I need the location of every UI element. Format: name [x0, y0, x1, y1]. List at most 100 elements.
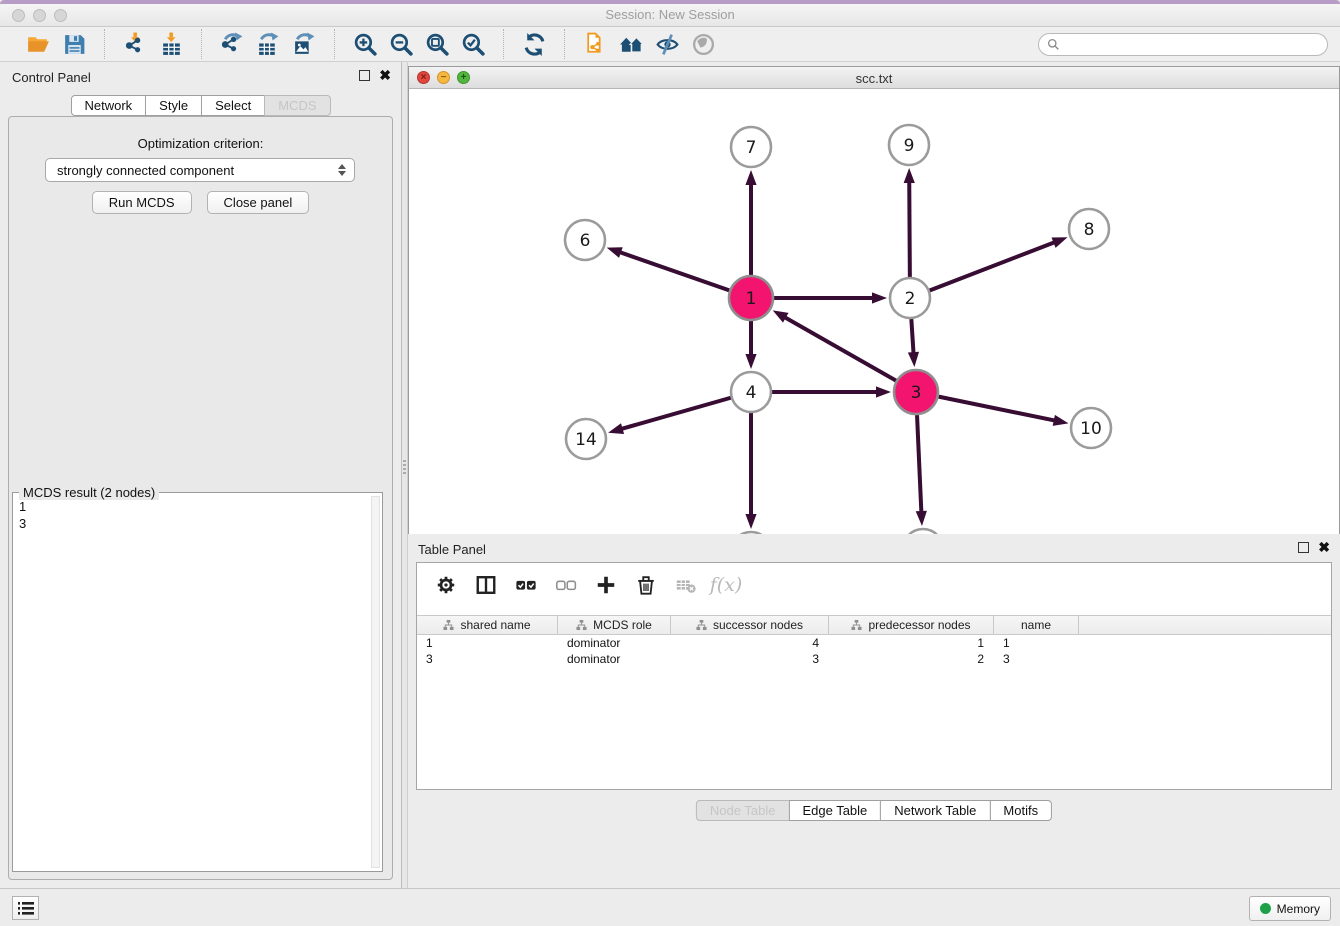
tab-select[interactable]: Select	[201, 95, 265, 116]
tab-network-table[interactable]: Network Table	[880, 800, 990, 821]
gear-button[interactable]	[429, 568, 463, 602]
zoom-selected-button[interactable]	[455, 29, 491, 59]
control-panel: Control Panel ✖ NetworkStyleSelectMCDS O…	[0, 62, 401, 888]
gear-icon	[435, 574, 457, 596]
memory-button[interactable]: Memory	[1249, 896, 1331, 921]
refresh-icon	[522, 32, 547, 57]
cell-name[interactable]: 1	[994, 635, 1079, 651]
status-menu-button[interactable]	[12, 896, 39, 920]
edge-3-to-11[interactable]	[917, 415, 922, 516]
open-icon	[26, 32, 51, 57]
tab-network[interactable]: Network	[70, 95, 146, 116]
edge-4-to-14[interactable]	[618, 398, 731, 430]
delete-table-button[interactable]	[669, 568, 703, 602]
select-all-button[interactable]	[509, 568, 543, 602]
node-label-14: 14	[575, 430, 597, 450]
search-input[interactable]	[1065, 37, 1319, 51]
edge-3-to-10[interactable]	[939, 397, 1059, 422]
main-toolbar	[0, 27, 1340, 62]
network-window-titlebar[interactable]: × − + scc.txt	[409, 67, 1339, 89]
tab-edge-table[interactable]: Edge Table	[788, 800, 881, 821]
edge-2-to-3[interactable]	[911, 319, 913, 357]
save-button[interactable]	[56, 29, 92, 59]
node-table: shared nameMCDS rolesuccessor nodesprede…	[417, 615, 1331, 667]
column-header-name[interactable]: name	[994, 616, 1079, 634]
cell-mcds-role[interactable]: dominator	[558, 651, 671, 667]
memory-label: Memory	[1277, 902, 1320, 916]
refresh-button[interactable]	[516, 29, 552, 59]
deselect-all-button[interactable]	[549, 568, 583, 602]
edge-3-to-1[interactable]	[781, 315, 896, 380]
function-button[interactable]: f(x)	[709, 568, 743, 602]
import-network-button[interactable]	[117, 29, 153, 59]
import-table-button[interactable]	[153, 29, 189, 59]
edge-arrowhead-icon	[773, 310, 789, 322]
attribute-type-icon	[696, 619, 707, 631]
cell-predecessor-nodes[interactable]: 1	[829, 635, 994, 651]
titlebar: Session: New Session	[0, 0, 1340, 27]
control-panel-close-button[interactable]: ✖	[379, 70, 391, 81]
table-row[interactable]: 1dominator411	[417, 635, 1331, 651]
toolbar-group	[564, 29, 733, 59]
column-header-predecessor-nodes[interactable]: predecessor nodes	[829, 616, 994, 634]
cell-shared-name[interactable]: 1	[417, 635, 558, 651]
control-panel-float-button[interactable]	[359, 70, 370, 81]
column-header-shared-name[interactable]: shared name	[417, 616, 558, 634]
toolbar-group	[334, 29, 503, 59]
close-panel-button[interactable]: Close panel	[207, 191, 310, 214]
clone-network-button[interactable]	[577, 29, 613, 59]
export-network-button[interactable]	[214, 29, 250, 59]
select-all-icon	[515, 574, 537, 596]
export-image-button[interactable]	[286, 29, 322, 59]
export-table-button[interactable]	[250, 29, 286, 59]
table-panel-close-button[interactable]: ✖	[1318, 542, 1330, 553]
tab-node-table[interactable]: Node Table	[696, 800, 790, 821]
search-box[interactable]	[1038, 33, 1328, 56]
zoom-in-icon	[353, 32, 378, 57]
attribute-type-icon	[851, 619, 862, 631]
panel-divider[interactable]	[401, 62, 408, 888]
hide-panel-button[interactable]	[649, 29, 685, 59]
list-menu-icon	[18, 902, 34, 915]
mcds-result-scrollbar[interactable]	[371, 496, 380, 868]
cell-successor-nodes[interactable]: 3	[671, 651, 829, 667]
cell-mcds-role[interactable]: dominator	[558, 635, 671, 651]
table-panel: Table Panel ✖ f(x) shared nameMCDS roles…	[408, 534, 1340, 888]
columns-button[interactable]	[469, 568, 503, 602]
cell-predecessor-nodes[interactable]: 2	[829, 651, 994, 667]
delete-row-button[interactable]	[629, 568, 663, 602]
tab-motifs[interactable]: Motifs	[989, 800, 1052, 821]
run-mcds-button[interactable]: Run MCDS	[92, 191, 192, 214]
table-panel-float-button[interactable]	[1298, 542, 1309, 553]
network-canvas[interactable]: 7968124314101511	[409, 89, 1339, 591]
add-row-button[interactable]	[589, 568, 623, 602]
cell-shared-name[interactable]: 3	[417, 651, 558, 667]
open-button[interactable]	[20, 29, 56, 59]
node-label-8: 8	[1084, 220, 1095, 240]
cell-name[interactable]: 3	[994, 651, 1079, 667]
mcds-result-text[interactable]: 1 3	[19, 498, 368, 867]
edge-arrowhead-icon	[1052, 237, 1068, 248]
table-rows: 1dominator4113dominator323	[417, 635, 1331, 667]
tab-mcds[interactable]: MCDS	[264, 95, 330, 116]
tab-style[interactable]: Style	[145, 95, 202, 116]
edge-2-to-8[interactable]	[930, 241, 1059, 291]
table-row[interactable]: 3dominator323	[417, 651, 1331, 667]
clone-network-icon	[583, 32, 608, 57]
table-panel-body: f(x) shared nameMCDS rolesuccessor nodes…	[416, 562, 1332, 790]
edge-2-to-9[interactable]	[909, 178, 910, 277]
edge-arrowhead-icon	[904, 168, 915, 183]
edge-1-to-6[interactable]	[616, 251, 729, 291]
criterion-dropdown[interactable]: strongly connected component	[45, 158, 355, 182]
home-button[interactable]	[613, 29, 649, 59]
control-panel-header: Control Panel ✖	[0, 62, 401, 92]
cell-successor-nodes[interactable]: 4	[671, 635, 829, 651]
edge-arrowhead-icon	[607, 247, 623, 258]
window-title: Session: New Session	[0, 7, 1340, 22]
zoom-in-button[interactable]	[347, 29, 383, 59]
zoom-out-button[interactable]	[383, 29, 419, 59]
column-header-mcds-role[interactable]: MCDS role	[558, 616, 671, 634]
column-header-successor-nodes[interactable]: successor nodes	[671, 616, 829, 634]
zoom-fit-button[interactable]	[419, 29, 455, 59]
show-eye-button[interactable]	[685, 29, 721, 59]
